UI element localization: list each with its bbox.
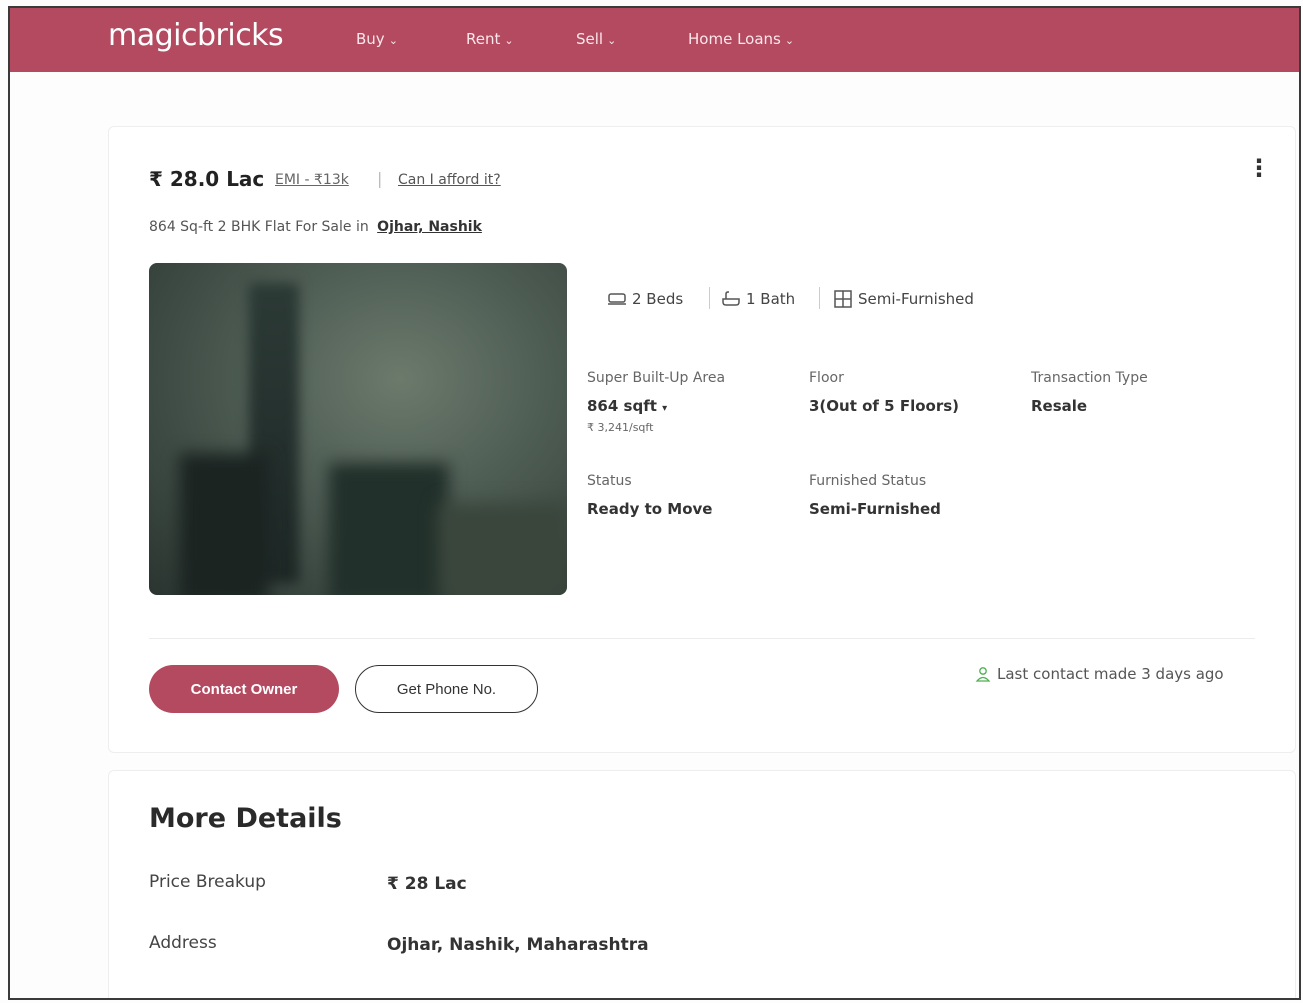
floor-value: 3(Out of 5 Floors) — [809, 397, 960, 415]
magicbricks-logo[interactable]: magicbricks — [108, 18, 284, 53]
nav-sell-label: Sell — [576, 30, 604, 48]
location-link[interactable]: Ojhar, Nashik — [377, 219, 482, 235]
caret-down-icon: ▾ — [662, 403, 668, 414]
photo-building-shape — [439, 503, 567, 595]
last-contact-text: Last contact made 3 days ago — [997, 665, 1224, 683]
bath-label: 1 Bath — [746, 290, 796, 308]
chevron-down-icon: ⌄ — [607, 34, 617, 47]
price-breakup-value: ₹ 28 Lac — [387, 874, 467, 894]
user-icon — [975, 667, 991, 682]
photo-building-shape — [329, 463, 449, 595]
status-value: Ready to Move — [587, 500, 713, 518]
subtitle-text: 864 Sq-ft 2 BHK Flat For Sale in — [149, 219, 369, 235]
photo-building-shape — [179, 453, 269, 595]
divider-pipe: | — [377, 169, 383, 188]
nav-rent-label: Rent — [466, 30, 501, 48]
contact-owner-button[interactable]: Contact Owner — [149, 665, 339, 713]
price-breakup-label: Price Breakup — [149, 872, 266, 892]
nav-home-loans[interactable]: Home Loans ⌄ — [688, 30, 794, 48]
more-details-card: More Details Price Breakup ₹ 28 Lac Addr… — [108, 770, 1296, 998]
chevron-down-icon: ⌄ — [504, 34, 514, 47]
area-label: Super Built-Up Area — [587, 370, 726, 386]
property-photo[interactable] — [149, 263, 567, 595]
transaction-label: Transaction Type — [1031, 370, 1148, 386]
more-details-title: More Details — [149, 803, 342, 834]
top-navbar: magicbricks Buy ⌄ Rent ⌄ Sell ⌄ Home Loans ⌄ — [10, 8, 1299, 72]
nav-rent[interactable]: Rent ⌄ — [466, 30, 514, 48]
more-options-icon[interactable]: ⋮ — [1247, 156, 1271, 180]
property-subtitle: 864 Sq-ft 2 BHK Flat For Sale in Ojhar, … — [149, 219, 482, 235]
afford-link[interactable]: Can I afford it? — [398, 172, 501, 188]
area-value-text: 864 sqft — [587, 397, 657, 415]
nav-home-loans-label: Home Loans — [688, 30, 781, 48]
amenity-divider — [709, 287, 710, 309]
address-label: Address — [149, 933, 217, 953]
bath-icon — [722, 291, 740, 306]
area-rate: ₹ 3,241/sqft — [587, 421, 654, 434]
bath-amenity: 1 Bath — [721, 290, 795, 308]
furnishing-label: Semi-Furnished — [858, 290, 974, 308]
nav-buy-label: Buy — [356, 30, 385, 48]
area-value[interactable]: 864 sqft ▾ — [587, 397, 667, 415]
floor-label: Floor — [809, 370, 844, 386]
chevron-down-icon: ⌄ — [784, 34, 795, 47]
nav-buy[interactable]: Buy ⌄ — [356, 30, 398, 48]
browser-frame: magicbricks Buy ⌄ Rent ⌄ Sell ⌄ Home Loans ⌄… — [8, 6, 1301, 1000]
property-card: ₹ 28.0 Lac EMI - ₹13k | Can I afford it?… — [108, 126, 1296, 753]
nav-sell[interactable]: Sell ⌄ — [576, 30, 616, 48]
amenity-divider — [819, 287, 820, 309]
emi-link[interactable]: EMI - ₹13k — [275, 172, 349, 188]
bed-icon — [608, 293, 626, 305]
furnished-label: Furnished Status — [809, 473, 927, 489]
status-label: Status — [587, 473, 632, 489]
last-contact-info: Last contact made 3 days ago — [975, 665, 1224, 683]
property-price: ₹ 28.0 Lac — [149, 167, 265, 191]
beds-amenity: 2 Beds — [607, 290, 683, 308]
transaction-value: Resale — [1031, 397, 1088, 415]
furniture-icon — [834, 290, 852, 308]
chevron-down-icon: ⌄ — [388, 34, 398, 47]
furnished-value: Semi-Furnished — [809, 500, 941, 518]
get-phone-button[interactable]: Get Phone No. — [355, 665, 538, 713]
card-divider — [149, 638, 1255, 639]
furnishing-amenity: Semi-Furnished — [833, 290, 974, 308]
beds-label: 2 Beds — [632, 290, 684, 308]
address-value: Ojhar, Nashik, Maharashtra — [387, 935, 649, 955]
